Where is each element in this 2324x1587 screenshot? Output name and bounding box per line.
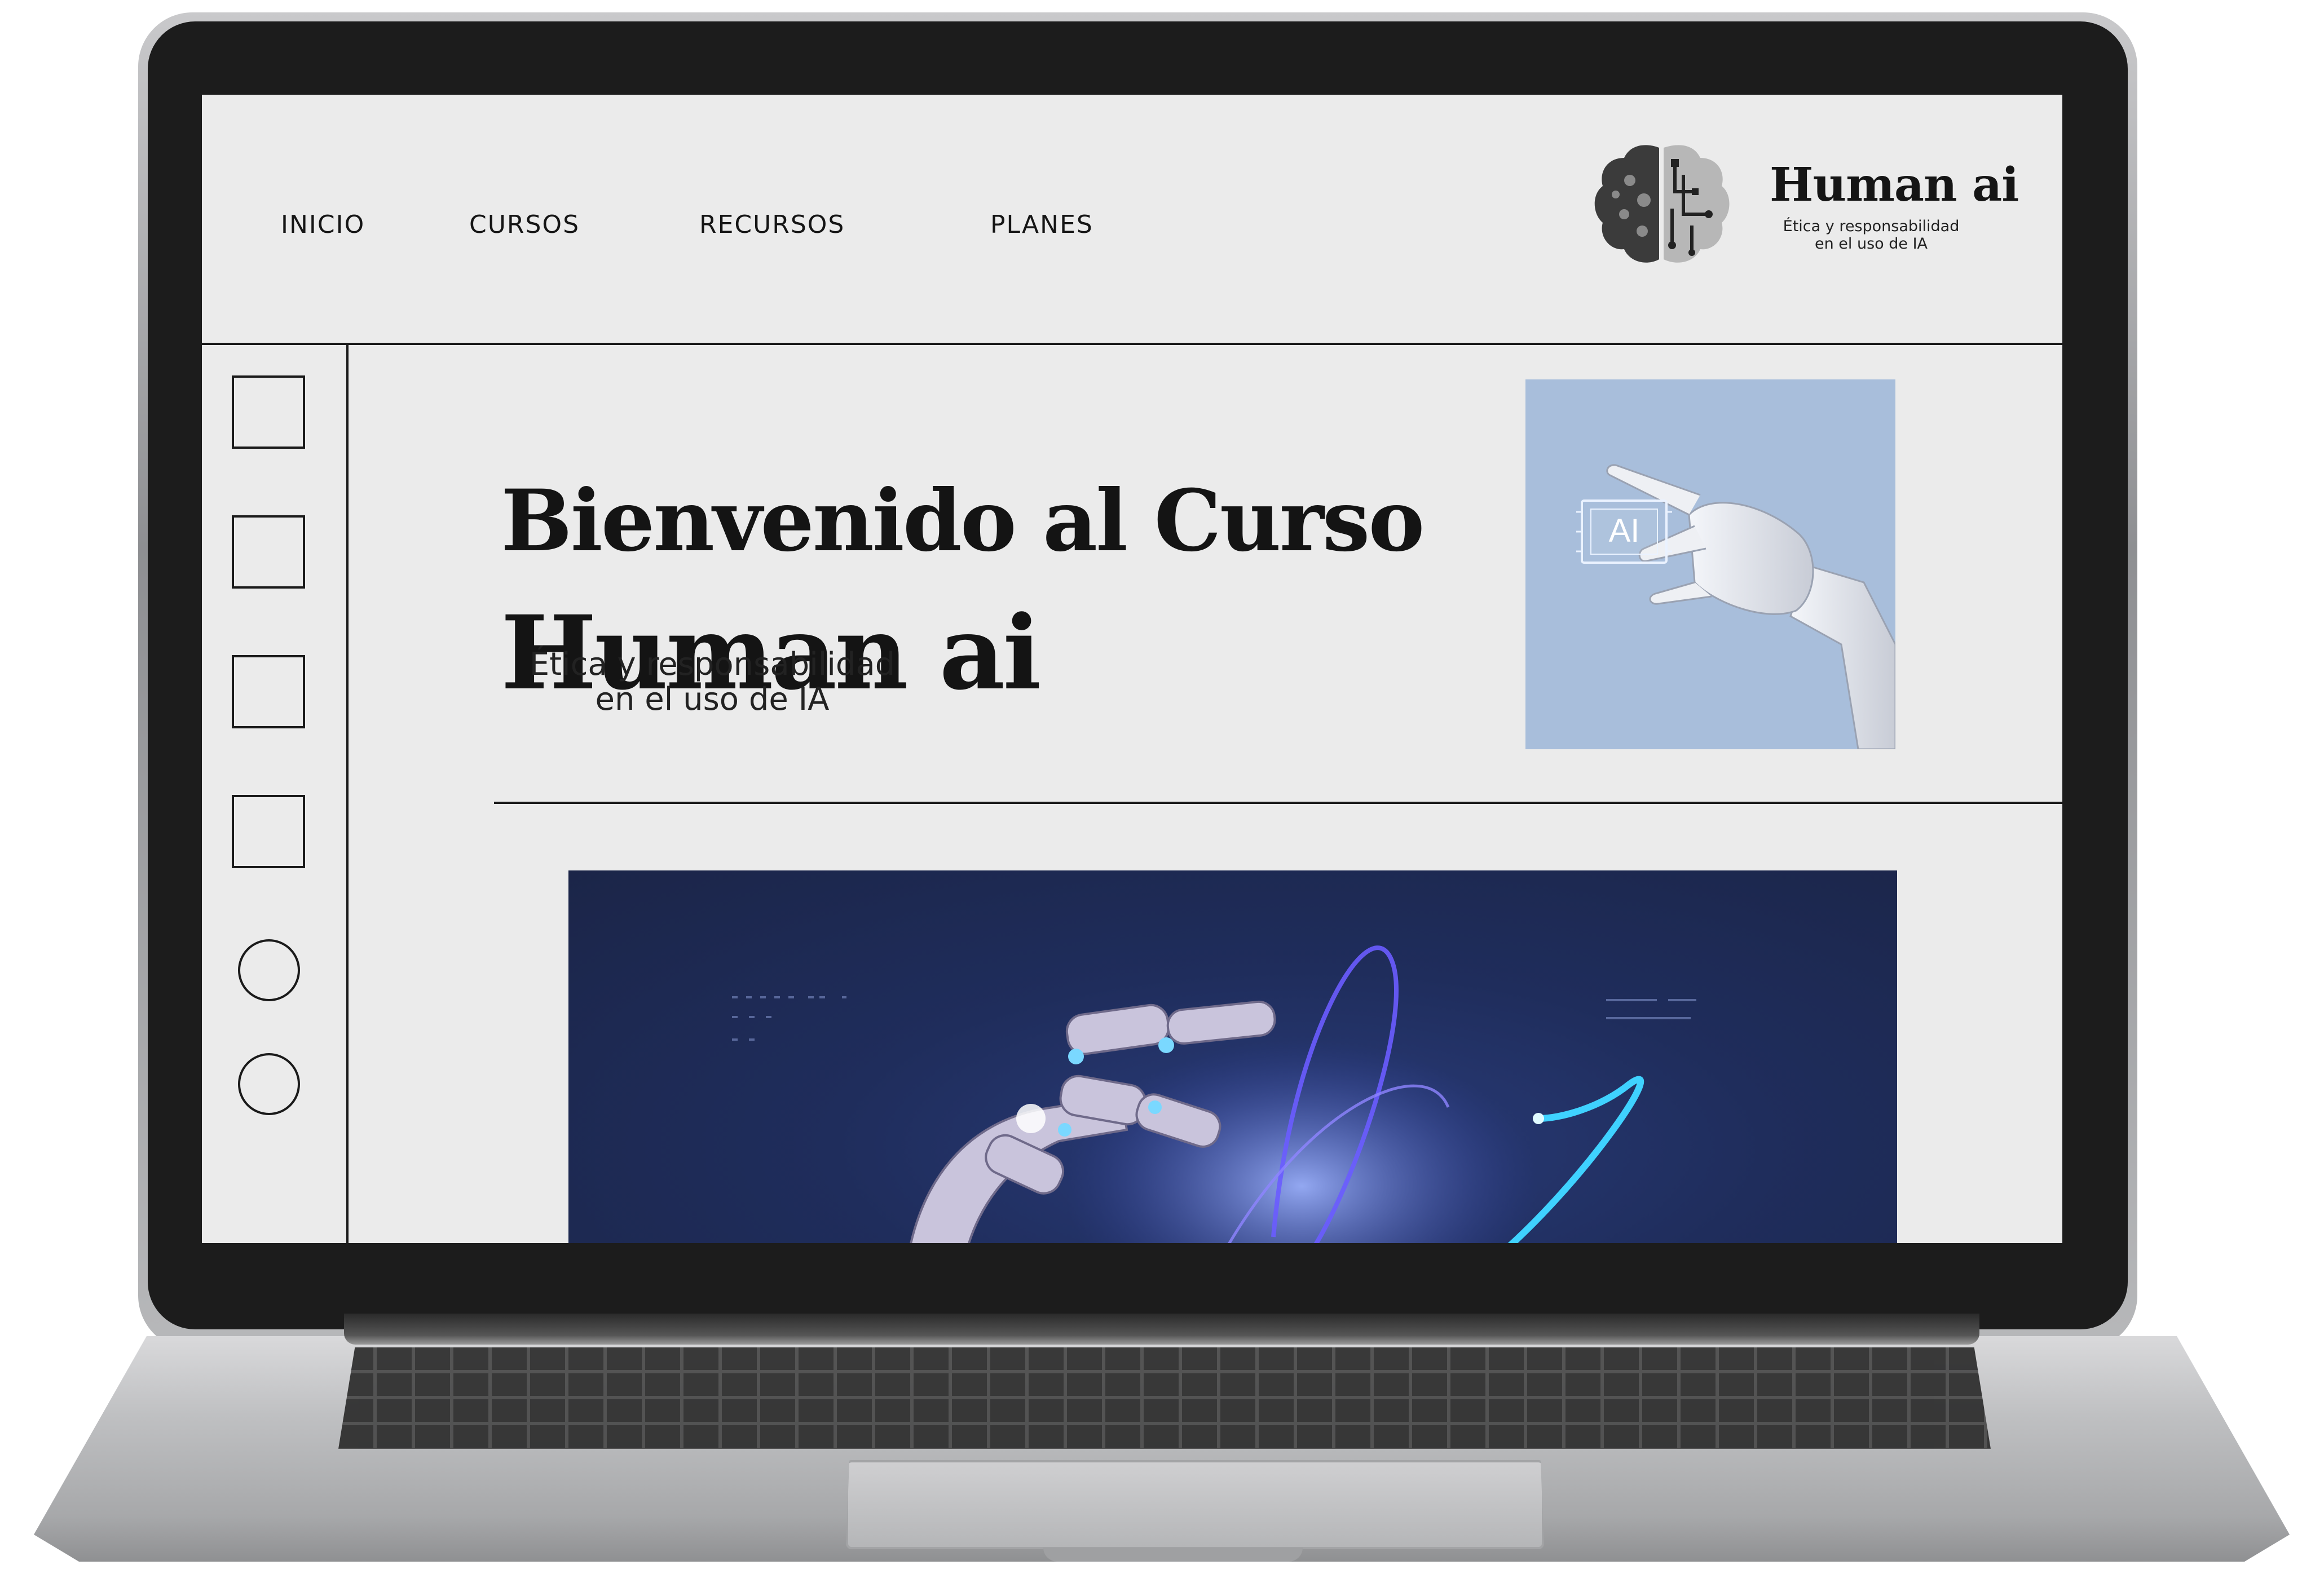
laptop-front-notch: [1043, 1548, 1303, 1562]
trackpad: [846, 1460, 1544, 1549]
sidebar-circle-2[interactable]: [238, 1053, 300, 1115]
robot-hand-icon: AI: [1576, 464, 1895, 749]
hero-subtitle-line1: Ética y responsabilidad: [529, 646, 896, 683]
brand-name[interactable]: Human ai: [1770, 158, 2019, 212]
laptop-hinge: [344, 1314, 1979, 1345]
robot-hand-ai-image: AI: [1525, 379, 1895, 749]
hero-subtitle-line2: en el uso de IA: [595, 681, 830, 718]
keyboard: [338, 1347, 1991, 1449]
nav-recursos[interactable]: RECURSOS: [699, 210, 845, 239]
robot-hand-banner-image: [568, 870, 1897, 1243]
website-screen: INICIO CURSOS RECURSOS PLANES Human ai É…: [202, 95, 2062, 1243]
sidebar-square-1[interactable]: [232, 375, 305, 449]
nav-planes[interactable]: PLANES: [990, 210, 1093, 239]
section-divider: [494, 802, 2062, 804]
brand-tagline: Ética y responsabilidad en el uso de IA: [1761, 218, 1981, 253]
hero-title-line1: Bienvenido al Curso: [501, 471, 1425, 571]
nav-inicio[interactable]: INICIO: [281, 210, 365, 239]
brand-tagline-line2: en el uso de IA: [1814, 235, 1928, 253]
top-navigation: INICIO CURSOS RECURSOS PLANES Human ai É…: [202, 95, 2062, 345]
nav-cursos[interactable]: CURSOS: [469, 210, 580, 239]
brain-logo-icon[interactable]: [1590, 141, 1731, 271]
sidebar: [202, 345, 349, 1243]
robot-hand-light-icon: [732, 945, 1696, 1243]
ai-chip-label: AI: [1609, 512, 1640, 549]
sidebar-circle-1[interactable]: [238, 939, 300, 1001]
hero-subtitle: Ética y responsabilidad en el uso de IA: [501, 647, 924, 717]
sidebar-square-2[interactable]: [232, 515, 305, 589]
brand-tagline-line1: Ética y responsabilidad: [1783, 218, 1960, 235]
sidebar-square-3[interactable]: [232, 655, 305, 728]
sidebar-square-4[interactable]: [232, 795, 305, 868]
